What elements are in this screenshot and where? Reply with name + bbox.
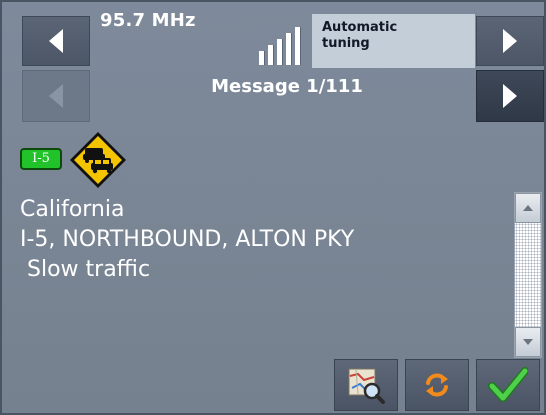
scroll-up-button[interactable] <box>515 193 541 223</box>
message-counter: Message 1/111 <box>211 76 363 97</box>
message-scrollbar[interactable] <box>514 192 542 358</box>
right-arrow-icon <box>503 29 517 53</box>
left-arrow-icon <box>49 84 63 108</box>
tuning-mode-panel[interactable]: Automatic tuning <box>312 14 475 68</box>
confirm-button[interactable] <box>476 359 540 411</box>
checkmark-icon <box>488 367 528 402</box>
traffic-message-screen: 95.7 MHz Automatic tuning Message 1/111 … <box>0 0 546 415</box>
signal-strength-icon <box>259 25 309 65</box>
route-badge: I-5 <box>20 148 62 170</box>
left-arrow-icon <box>49 29 63 53</box>
message-line-region: California <box>20 197 125 222</box>
show-on-map-button[interactable] <box>334 359 398 411</box>
refresh-icon <box>426 373 448 397</box>
right-arrow-icon <box>503 84 517 108</box>
next-station-button[interactable] <box>476 16 544 66</box>
map-magnifier-icon <box>348 368 385 404</box>
chevron-up-icon <box>523 205 533 211</box>
message-body: California I-5, NORTHBOUND, ALTON PKY Sl… <box>20 195 354 285</box>
next-message-button[interactable] <box>476 70 544 122</box>
tuning-mode-line2: tuning <box>322 36 370 51</box>
previous-message-button[interactable] <box>22 70 90 122</box>
frequency-label: 95.7 MHz <box>100 10 196 31</box>
message-line-location: I-5, NORTHBOUND, ALTON PKY <box>20 227 355 252</box>
refresh-button[interactable] <box>405 359 469 411</box>
traffic-jam-warning-icon <box>70 132 126 188</box>
scroll-track[interactable] <box>515 223 541 327</box>
message-line-event: Slow traffic <box>20 257 151 282</box>
previous-station-button[interactable] <box>22 16 90 66</box>
scroll-down-button[interactable] <box>515 327 541 357</box>
chevron-down-icon <box>523 339 533 345</box>
tuning-mode-line1: Automatic <box>322 20 398 35</box>
